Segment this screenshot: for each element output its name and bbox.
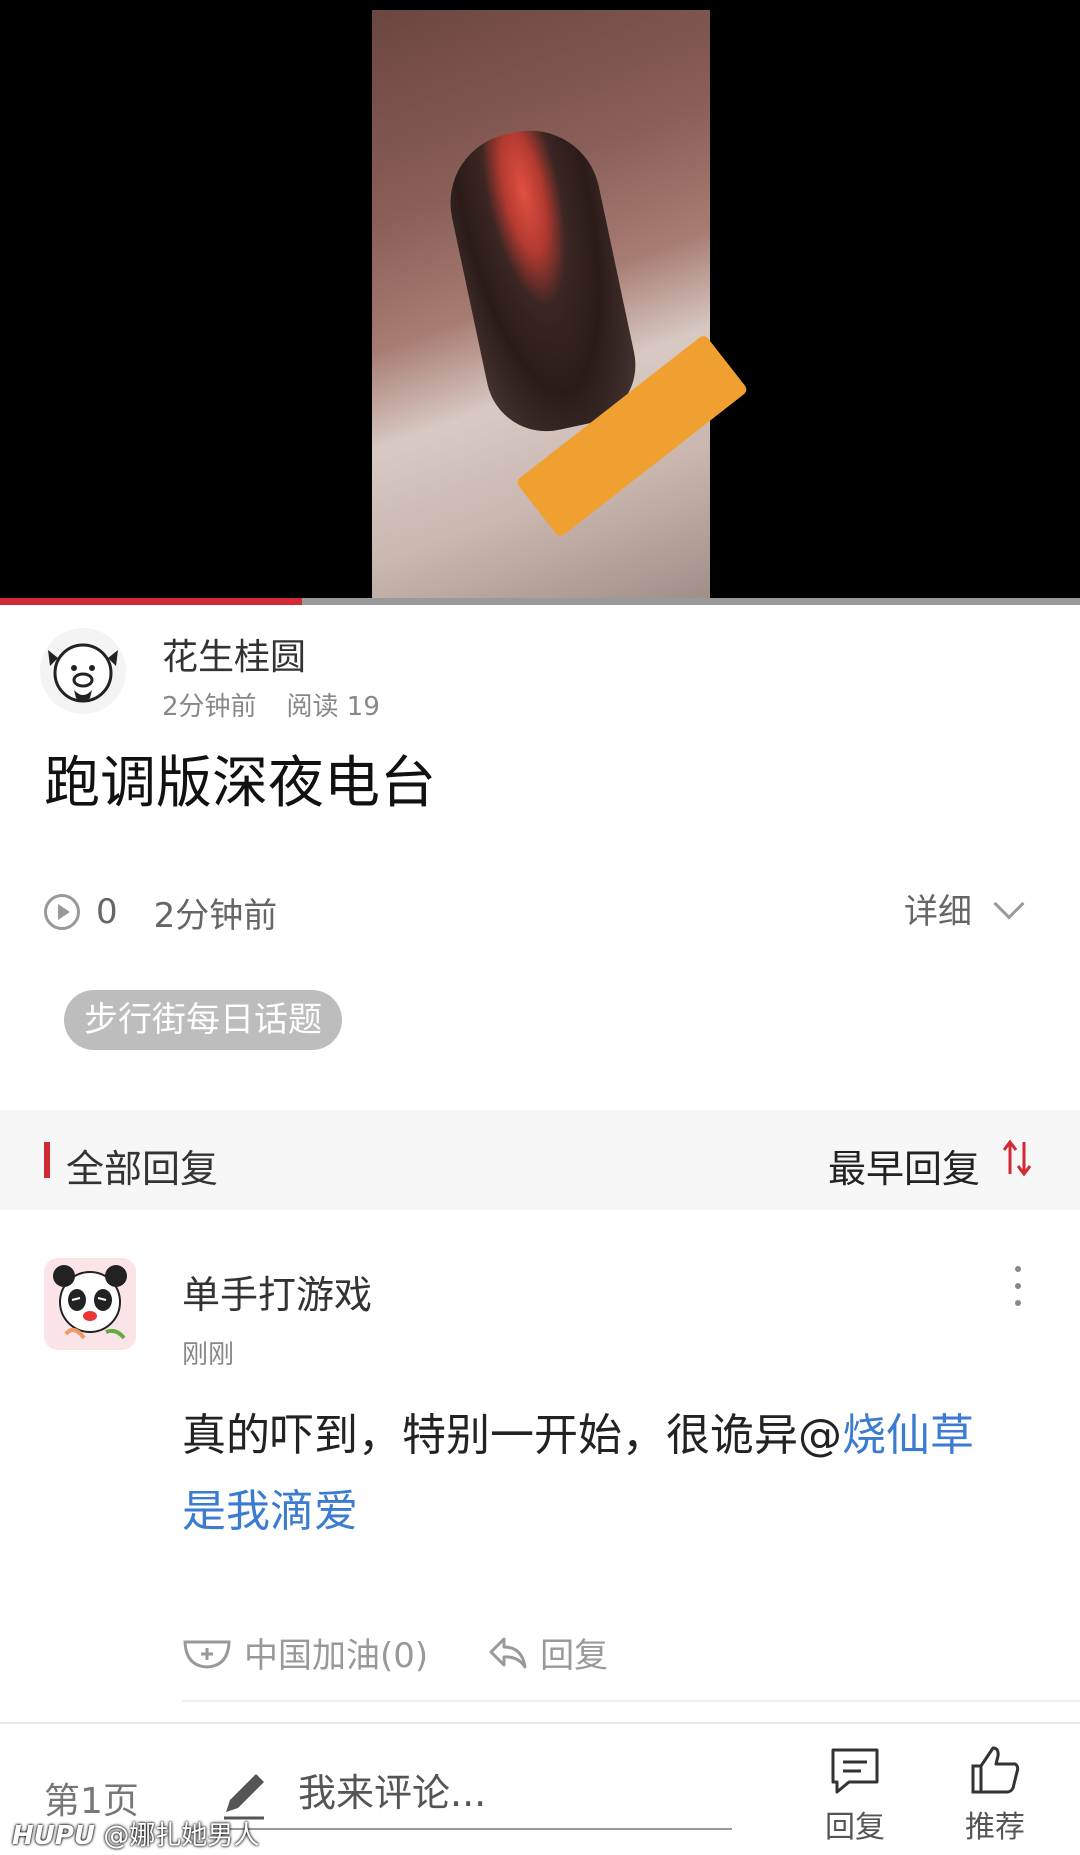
thumbs-up-icon xyxy=(971,1746,1020,1794)
recommend-button[interactable]: 推荐 xyxy=(950,1744,1040,1846)
watermark-handle: @娜扎她男人 xyxy=(103,1821,260,1851)
read-count: 阅读 19 xyxy=(286,692,380,722)
bottom-reply-button[interactable]: 回复 xyxy=(810,1744,900,1846)
panda-avatar-icon xyxy=(53,1265,127,1340)
section-accent-bar xyxy=(44,1142,50,1178)
play-count-icon xyxy=(44,894,80,930)
video-progress-fill xyxy=(0,598,303,605)
video-content-shoe xyxy=(437,117,647,443)
video-progress-bar[interactable] xyxy=(0,598,1080,605)
details-toggle[interactable]: 详细 xyxy=(904,884,1025,933)
avatar-face-icon xyxy=(48,643,118,703)
topic-tag[interactable]: 步行街每日话题 xyxy=(64,990,342,1050)
comment-body: 真的吓到，特别一开始，很诡异@ xyxy=(182,1410,842,1461)
bottom-reply-label: 回复 xyxy=(825,1810,885,1845)
cheer-icon xyxy=(183,1640,231,1669)
chevron-down-icon xyxy=(993,887,1025,920)
author-name[interactable]: 花生桂圆 xyxy=(162,628,306,680)
cheer-button[interactable]: 中国加油(0) xyxy=(182,1628,428,1677)
recommend-label: 推荐 xyxy=(965,1810,1025,1845)
comment-bubble-icon xyxy=(831,1748,879,1794)
sort-arrows-icon[interactable] xyxy=(1000,1138,1034,1178)
author-meta: 2分钟前 阅读 19 xyxy=(162,686,380,723)
replies-header: 全部回复 最早回复 xyxy=(0,1110,1080,1210)
comment-actions: 中国加油(0) 回复 xyxy=(182,1628,608,1677)
play-count: 0 xyxy=(96,892,118,932)
watermark: HUPU @娜扎她男人 xyxy=(12,1815,259,1852)
comment-reply-label: 回复 xyxy=(540,1636,609,1676)
more-options-icon[interactable] xyxy=(1012,1266,1024,1306)
comment-reply-button[interactable]: 回复 xyxy=(488,1628,608,1677)
sort-button[interactable]: 最早回复 xyxy=(828,1138,980,1193)
cheer-label: 中国加油(0) xyxy=(244,1636,429,1676)
replies-title: 全部回复 xyxy=(66,1147,219,1191)
commenter-avatar[interactable] xyxy=(44,1258,136,1350)
pencil-icon xyxy=(224,1774,264,1820)
post-title: 跑调版深夜电台 xyxy=(44,751,436,816)
commenter-name[interactable]: 单手打游戏 xyxy=(182,1264,372,1319)
video-frame xyxy=(372,10,749,600)
post-stats: 0 2分钟前 xyxy=(44,890,278,936)
comment-input-placeholder: 我来评论... xyxy=(298,1771,487,1815)
reply-arrow-icon xyxy=(489,1637,527,1668)
comment-time: 刚刚 xyxy=(182,1340,235,1370)
comment-divider xyxy=(182,1700,1080,1702)
details-label: 详细 xyxy=(904,892,972,932)
video-player[interactable] xyxy=(0,0,1080,605)
comment-text: 真的吓到，特别一开始，很诡异@烧仙草是我滴爱 xyxy=(182,1398,1012,1550)
comment-input[interactable]: 我来评论... xyxy=(216,1766,732,1830)
watermark-brand: HUPU xyxy=(12,1821,96,1851)
author-avatar[interactable] xyxy=(40,628,126,714)
stats-time: 2分钟前 xyxy=(153,895,278,936)
post-time: 2分钟前 xyxy=(162,692,257,722)
